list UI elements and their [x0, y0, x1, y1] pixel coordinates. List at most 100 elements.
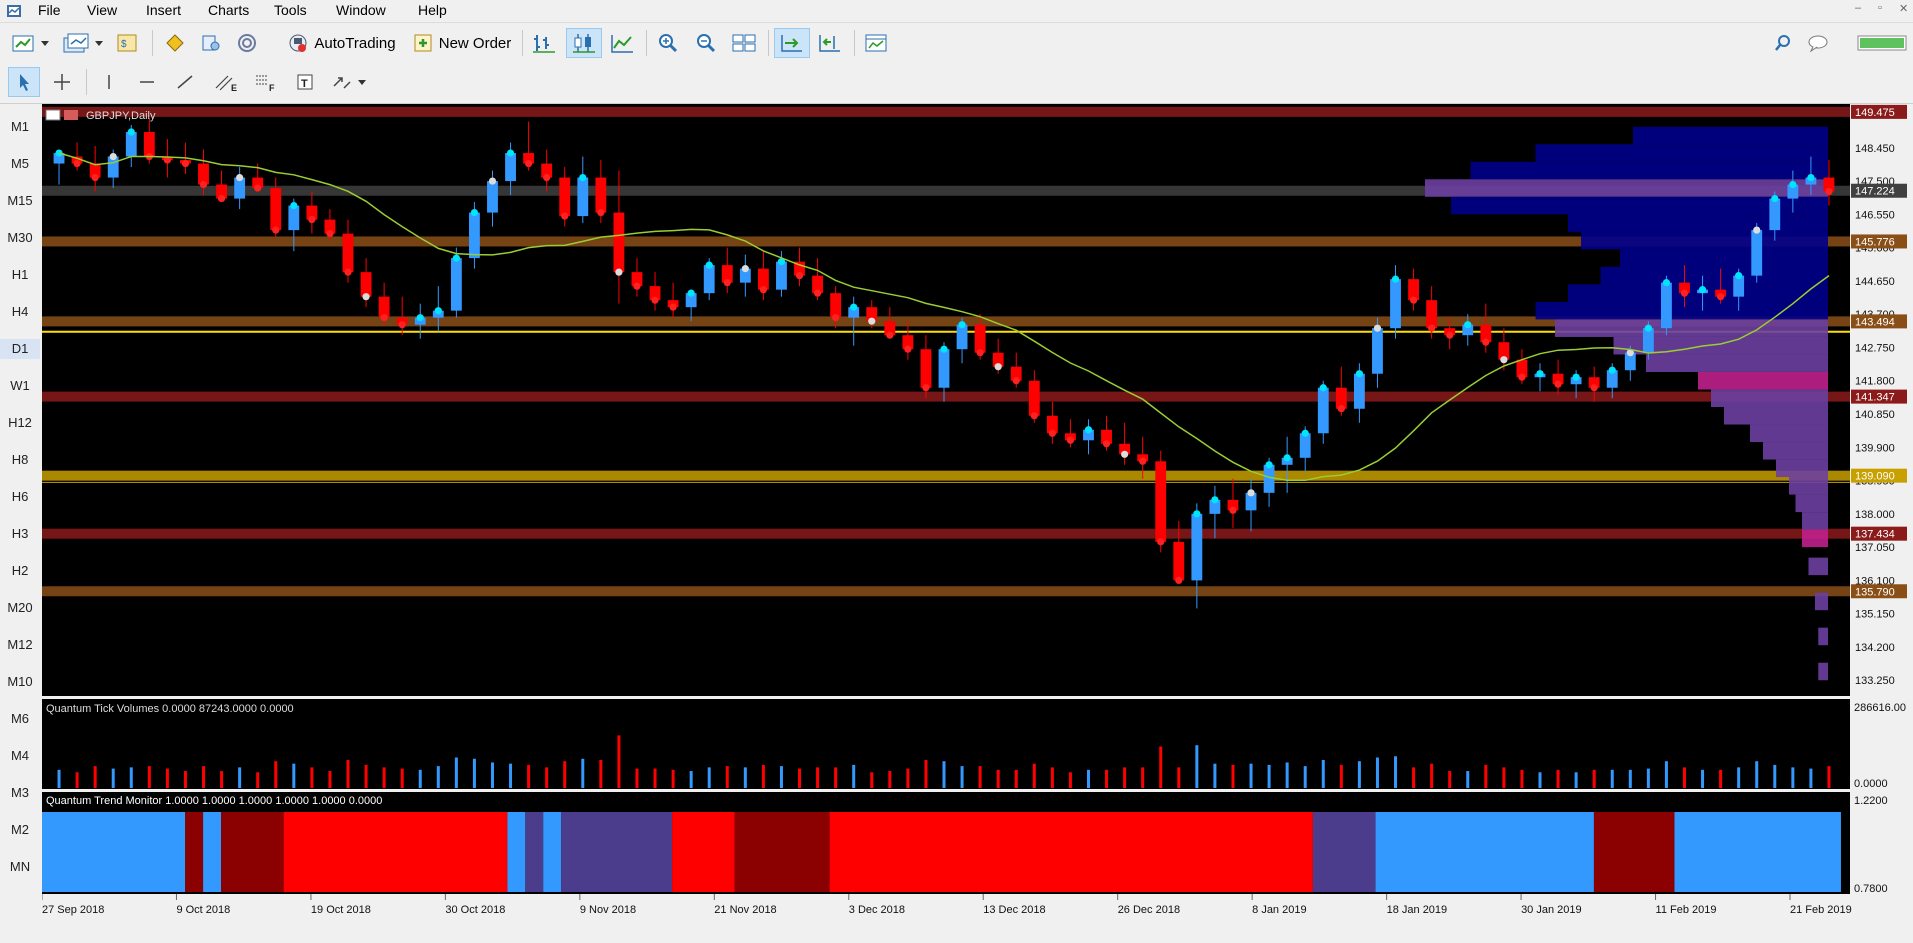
date-axis-bg: [42, 894, 1913, 940]
navigator-button[interactable]: [196, 28, 226, 58]
minimize-icon[interactable]: –: [1855, 2, 1861, 14]
signal-dot: [1084, 426, 1093, 434]
menu-help[interactable]: Help: [418, 2, 447, 18]
timeframe-h2[interactable]: H2: [0, 561, 40, 581]
close-icon[interactable]: ✕: [1899, 2, 1908, 15]
timeframe-m5[interactable]: M5: [0, 154, 40, 174]
price-label: 137.050: [1855, 542, 1895, 554]
zoom-in-button[interactable]: [652, 28, 684, 58]
timeframe-h3[interactable]: H3: [0, 524, 40, 544]
profiles-button[interactable]: [60, 28, 106, 58]
timeframe-h6[interactable]: H6: [0, 487, 40, 507]
menu-insert[interactable]: Insert: [146, 2, 181, 18]
signals-button[interactable]: [232, 28, 262, 58]
signal-dot: [109, 152, 117, 161]
signal-dot: [1482, 338, 1490, 346]
autoscroll-button[interactable]: [774, 28, 810, 58]
volume-bar: [942, 761, 946, 788]
menu-window[interactable]: Window: [336, 2, 386, 18]
volume-bar: [274, 761, 278, 788]
timeframe-w1[interactable]: W1: [0, 376, 40, 396]
text-label-button[interactable]: T: [290, 67, 320, 97]
market-watch-button[interactable]: [160, 28, 190, 58]
timeframe-d1[interactable]: D1: [0, 339, 40, 359]
menu-charts[interactable]: Charts: [208, 2, 249, 18]
signal-dot: [1807, 173, 1815, 182]
fibonacci-button[interactable]: F: [250, 67, 282, 97]
candle-body: [1028, 380, 1040, 416]
menu-file[interactable]: File: [38, 2, 61, 18]
trendline-button[interactable]: [170, 67, 200, 97]
tile-windows-button[interactable]: [728, 28, 760, 58]
volume-bar: [1321, 759, 1325, 788]
templates-button[interactable]: [860, 28, 892, 58]
menu-tools[interactable]: Tools: [274, 2, 307, 18]
new-order-button[interactable]: New Order: [408, 28, 514, 58]
price-label: 135.150: [1855, 609, 1895, 621]
chart-shift-button[interactable]: [814, 28, 846, 58]
trendline-icon: [177, 75, 193, 89]
timeframe-h12[interactable]: H12: [0, 413, 40, 433]
vertical-line-button[interactable]: [94, 67, 124, 97]
chart-tab-icon: [64, 110, 78, 120]
trend-segment: [283, 812, 508, 892]
timeframe-h8[interactable]: H8: [0, 450, 40, 470]
timeframe-m6[interactable]: M6: [0, 709, 40, 729]
volume-bar: [924, 759, 928, 788]
signal-dot: [1753, 226, 1761, 234]
timeframe-h4[interactable]: H4: [0, 302, 40, 322]
signal-dot: [525, 159, 533, 168]
cursor-button[interactable]: [8, 67, 40, 97]
date-label: 9 Nov 2018: [580, 904, 636, 916]
volume-bar: [346, 759, 350, 788]
signal-dot: [1464, 321, 1472, 329]
signal-dot: [290, 201, 298, 210]
timeframe-m4[interactable]: M4: [0, 746, 40, 766]
timeframe-h1[interactable]: H1: [0, 265, 40, 285]
svg-text:F: F: [269, 83, 275, 92]
volume-bar: [418, 769, 422, 788]
candle-body: [1263, 464, 1275, 493]
search-button[interactable]: [1768, 28, 1798, 58]
crosshair-button[interactable]: [46, 67, 78, 97]
chat-button[interactable]: [1804, 28, 1834, 58]
volume-bar: [960, 766, 964, 788]
signal-dot: [1229, 506, 1237, 514]
timeframe-m20[interactable]: M20: [0, 598, 40, 618]
timeframe-m12[interactable]: M12: [0, 635, 40, 655]
zoom-out-button[interactable]: [690, 28, 722, 58]
signal-dot: [1717, 293, 1725, 301]
menu-view[interactable]: View: [87, 2, 117, 18]
volume-bar: [202, 766, 206, 788]
signal-dot: [1102, 440, 1111, 448]
volume-bar: [1050, 767, 1054, 788]
volume-bar: [400, 768, 404, 788]
signal-dot: [633, 282, 641, 290]
volume-bar: [1791, 767, 1795, 788]
timeframe-m30[interactable]: M30: [0, 228, 40, 248]
timeframe-m15[interactable]: M15: [0, 191, 40, 211]
horizontal-line-button[interactable]: [132, 67, 162, 97]
timeframe-m10[interactable]: M10: [0, 672, 40, 692]
line-chart-button[interactable]: [606, 28, 638, 58]
candle-body: [505, 153, 516, 182]
equidistant-channel-button[interactable]: E: [210, 67, 242, 97]
new-chart-button[interactable]: [8, 28, 52, 58]
candle-body: [487, 181, 498, 213]
timeframe-m3[interactable]: M3: [0, 783, 40, 803]
signal-dot: [1789, 180, 1797, 189]
candlestick-button[interactable]: [566, 28, 602, 58]
signal-dot: [1518, 373, 1526, 381]
timeframe-m1[interactable]: M1: [0, 117, 40, 137]
chart-canvas[interactable]: 148.450147.500146.550145.600144.650143.7…: [41, 104, 1913, 940]
timeframe-mn[interactable]: MN: [0, 857, 40, 877]
signal-dot: [904, 345, 912, 353]
arrows-button[interactable]: [328, 67, 372, 97]
bar-chart-button[interactable]: [528, 28, 560, 58]
templates-icon: [865, 34, 887, 52]
toolbar-separator: [152, 30, 153, 56]
autotrading-button[interactable]: AutoTrading: [282, 28, 400, 58]
timeframe-m2[interactable]: M2: [0, 820, 40, 840]
data-window-button[interactable]: $: [112, 28, 142, 58]
restore-icon[interactable]: ▫: [1878, 2, 1882, 14]
